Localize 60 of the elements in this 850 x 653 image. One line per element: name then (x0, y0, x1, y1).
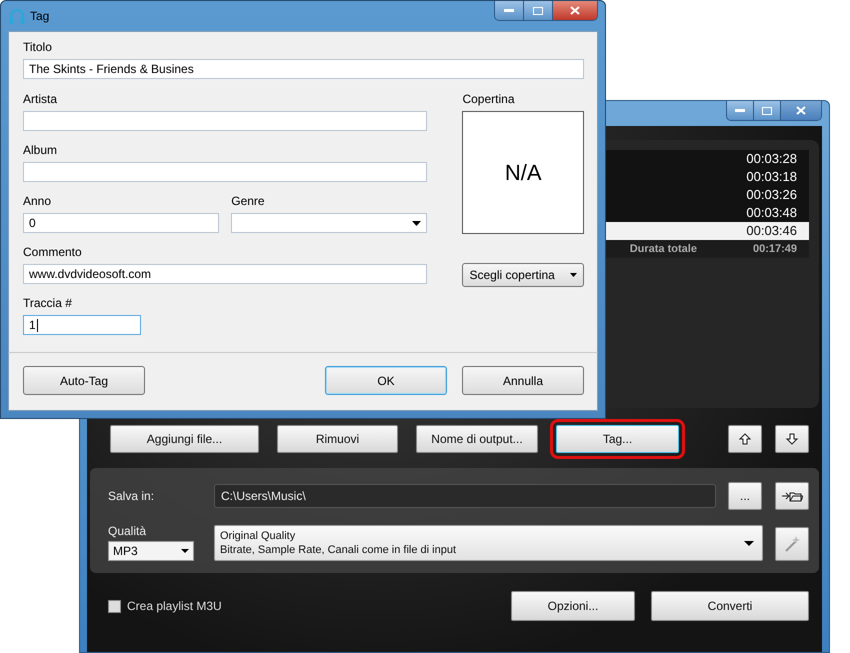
up-arrow-icon (739, 433, 751, 445)
action-button[interactable]: Converti (651, 591, 809, 621)
dropdown-arrow-icon (744, 540, 754, 546)
close-button[interactable] (553, 1, 597, 20)
field-label: Genre (231, 194, 266, 208)
input-field[interactable]: 0 (23, 213, 220, 233)
total-duration: 00:17:49 (752, 243, 797, 255)
field-label: Commento (23, 245, 83, 259)
minimize-icon (504, 8, 514, 12)
close-icon (796, 106, 806, 115)
magic-wand-icon (783, 535, 801, 553)
close-button[interactable] (781, 101, 821, 120)
field-label: Traccia # (23, 296, 73, 310)
move-down-button[interactable] (775, 425, 809, 453)
input-field[interactable]: www.dvdvideosoft.com (23, 264, 428, 284)
total-label: Durata totale (630, 243, 697, 255)
maximize-icon (762, 106, 772, 114)
save-in-label: Salva in: (108, 489, 156, 503)
dropdown-arrow-icon (570, 273, 577, 277)
minimize-icon (735, 108, 745, 112)
dialog-button[interactable]: Annulla (462, 366, 584, 395)
toolbar-button[interactable]: Nome di output... (416, 425, 538, 453)
dropdown-arrow-icon (181, 549, 189, 553)
wand-button[interactable] (775, 527, 809, 561)
title-field[interactable]: The Skints - Friends & Busines (23, 59, 584, 79)
headphones-icon (8, 7, 26, 25)
checkbox[interactable] (108, 600, 121, 612)
preset-dropdown[interactable]: Original Quality Bitrate, Sample Rate, Canali come in file di input (214, 525, 763, 561)
input-field[interactable] (23, 111, 428, 131)
minimize-button[interactable] (495, 1, 524, 20)
field-label: Album (23, 143, 58, 157)
open-folder-button[interactable] (775, 482, 809, 510)
toolbar-button[interactable]: Rimuovi (277, 425, 398, 453)
cover-placeholder-text: N/A (504, 160, 542, 186)
input-field[interactable]: 1 (23, 315, 141, 335)
input-field[interactable] (23, 162, 428, 182)
dropdown-arrow-icon (412, 220, 422, 226)
close-icon (570, 6, 580, 15)
dialog-button[interactable]: OK (325, 366, 447, 395)
minimize-button[interactable] (727, 101, 754, 120)
maximize-button[interactable] (524, 1, 553, 20)
field-label: Artista (23, 92, 58, 106)
arrow-folder-icon (781, 490, 803, 502)
output-folder-field[interactable]: C:\Users\Music\ (214, 484, 716, 508)
maximize-button[interactable] (754, 101, 781, 120)
dialog-button[interactable]: Auto-Tag (23, 366, 145, 395)
action-button[interactable]: Opzioni... (511, 591, 635, 621)
browse-button[interactable]: ... (728, 482, 762, 510)
quality-label: Qualità (108, 524, 148, 538)
field-label: Titolo (23, 40, 53, 54)
maximize-icon (533, 6, 543, 14)
move-up-button[interactable] (728, 425, 762, 453)
field-label: Anno (23, 194, 52, 208)
toolbar-button[interactable]: Aggiungi file... (110, 425, 259, 453)
choose-cover-button[interactable]: Scegli copertina (462, 263, 584, 287)
cover-label: Copertina (462, 92, 516, 106)
format-dropdown[interactable]: MP3 (108, 541, 194, 561)
down-arrow-icon (786, 433, 798, 445)
window-title: Tag (30, 9, 50, 23)
checkbox-label: Crea playlist M3U (127, 599, 222, 613)
